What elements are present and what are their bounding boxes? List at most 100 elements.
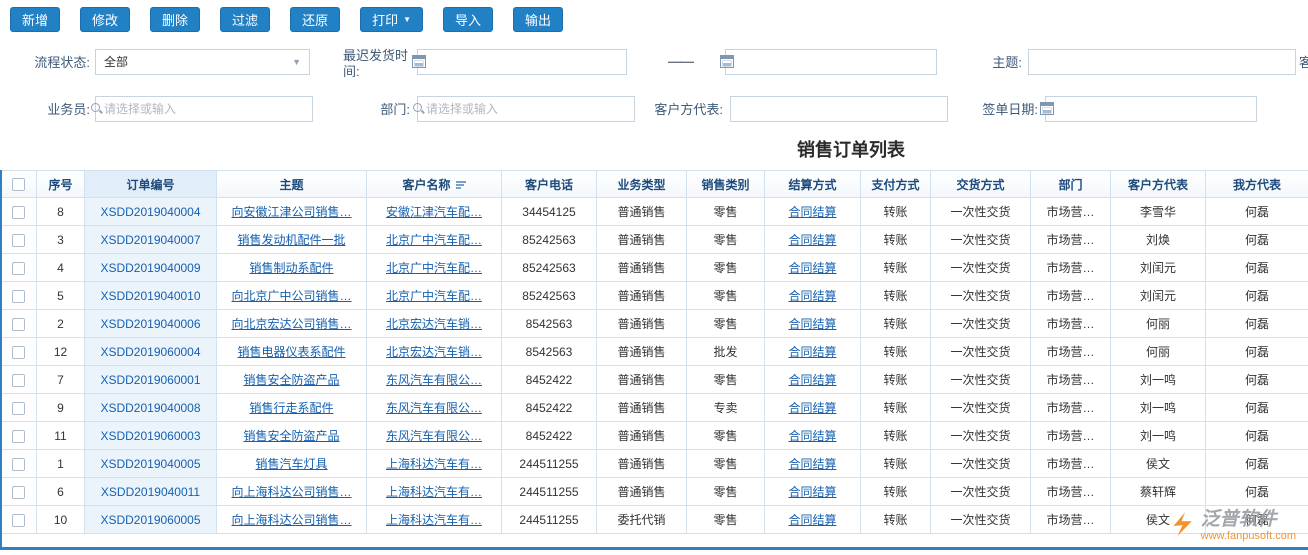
cell-order_no[interactable]: XSDD2019040008: [85, 394, 217, 422]
row-checkbox[interactable]: [12, 234, 25, 247]
cell-order_no[interactable]: XSDD2019040007: [85, 226, 217, 254]
cell-subject[interactable]: 销售安全防盗产品: [217, 422, 367, 450]
column-header[interactable]: 交货方式: [931, 171, 1031, 198]
salesman-input[interactable]: [95, 96, 313, 122]
row-checkbox[interactable]: [12, 514, 25, 527]
column-header[interactable]: 订单编号: [85, 171, 217, 198]
cell-settle[interactable]: 合同结算: [765, 366, 861, 394]
row-checkbox[interactable]: [12, 262, 25, 275]
cell-seq: 3: [37, 226, 85, 254]
cell-pay: 转账: [861, 506, 931, 534]
column-header-label: 序号: [48, 178, 72, 192]
cell-settle[interactable]: 合同结算: [765, 338, 861, 366]
column-header[interactable]: 客户名称: [367, 171, 502, 198]
toolbar-button[interactable]: 新增: [10, 7, 60, 32]
cell-settle[interactable]: 合同结算: [765, 310, 861, 338]
column-header[interactable]: 支付方式: [861, 171, 931, 198]
cell-order_no[interactable]: XSDD2019040010: [85, 282, 217, 310]
toolbar-button[interactable]: 导入: [443, 7, 493, 32]
cell-customer[interactable]: 上海科达汽车有…: [367, 506, 502, 534]
column-header[interactable]: 结算方式: [765, 171, 861, 198]
customer-rep-input[interactable]: [730, 96, 948, 122]
row-checkbox[interactable]: [12, 374, 25, 387]
calendar-icon[interactable]: [1040, 102, 1054, 115]
cell-customer[interactable]: 东风汽车有限公…: [367, 422, 502, 450]
cell-settle[interactable]: 合同结算: [765, 450, 861, 478]
cell-order_no[interactable]: XSDD2019060003: [85, 422, 217, 450]
cell-customer[interactable]: 上海科达汽车有…: [367, 478, 502, 506]
cell-order_no[interactable]: XSDD2019040011: [85, 478, 217, 506]
sort-filter-icon[interactable]: [456, 180, 466, 190]
sign-date-input[interactable]: [1045, 96, 1257, 122]
cell-settle[interactable]: 合同结算: [765, 506, 861, 534]
column-header[interactable]: 序号: [37, 171, 85, 198]
cell-settle[interactable]: 合同结算: [765, 254, 861, 282]
cell-subject[interactable]: 向上海科达公司销售…: [217, 478, 367, 506]
cell-subject[interactable]: 销售汽车灯具: [217, 450, 367, 478]
column-header[interactable]: 销售类别: [687, 171, 765, 198]
cell-settle[interactable]: 合同结算: [765, 282, 861, 310]
cell-settle[interactable]: 合同结算: [765, 422, 861, 450]
cell-subject[interactable]: 销售制动系配件: [217, 254, 367, 282]
toolbar-button[interactable]: 打印▼: [360, 7, 423, 32]
cell-settle[interactable]: 合同结算: [765, 478, 861, 506]
subject-input[interactable]: [1028, 49, 1296, 75]
cell-subject[interactable]: 向北京宏达公司销售…: [217, 310, 367, 338]
row-checkbox[interactable]: [12, 318, 25, 331]
column-header[interactable]: 部门: [1031, 171, 1111, 198]
toolbar-button[interactable]: 还原: [290, 7, 340, 32]
toolbar-button[interactable]: 输出: [513, 7, 563, 32]
column-header[interactable]: 我方代表: [1206, 171, 1308, 198]
search-icon[interactable]: [412, 102, 426, 116]
latest-delivery-to-input[interactable]: [725, 49, 937, 75]
cell-subject[interactable]: 向安徽江津公司销售…: [217, 198, 367, 226]
cell-customer[interactable]: 北京广中汽车配…: [367, 226, 502, 254]
calendar-icon[interactable]: [412, 55, 426, 68]
cell-settle[interactable]: 合同结算: [765, 394, 861, 422]
column-header[interactable]: 主题: [217, 171, 367, 198]
toolbar-button[interactable]: 修改: [80, 7, 130, 32]
cell-customer[interactable]: 北京宏达汽车销…: [367, 338, 502, 366]
cell-customer[interactable]: 北京广中汽车配…: [367, 282, 502, 310]
cell-subject[interactable]: 销售发动机配件一批: [217, 226, 367, 254]
column-header[interactable]: 客户电话: [502, 171, 597, 198]
cell-order_no[interactable]: XSDD2019060004: [85, 338, 217, 366]
row-checkbox[interactable]: [12, 458, 25, 471]
toolbar-button[interactable]: 删除: [150, 7, 200, 32]
row-checkbox[interactable]: [12, 430, 25, 443]
cell-customer[interactable]: 东风汽车有限公…: [367, 394, 502, 422]
cell-subject[interactable]: 向北京广中公司销售…: [217, 282, 367, 310]
cell-order_no[interactable]: XSDD2019040004: [85, 198, 217, 226]
cell-subject[interactable]: 销售电器仪表系配件: [217, 338, 367, 366]
cell-subject[interactable]: 销售安全防盗产品: [217, 366, 367, 394]
cell-customer[interactable]: 北京宏达汽车销…: [367, 310, 502, 338]
cell-order_no[interactable]: XSDD2019040009: [85, 254, 217, 282]
row-checkbox[interactable]: [12, 346, 25, 359]
cell-settle[interactable]: 合同结算: [765, 198, 861, 226]
cell-subject[interactable]: 销售行走系配件: [217, 394, 367, 422]
row-checkbox[interactable]: [12, 402, 25, 415]
cell-customer[interactable]: 安徽江津汽车配…: [367, 198, 502, 226]
row-checkbox[interactable]: [12, 206, 25, 219]
cell-phone: 8452422: [502, 366, 597, 394]
calendar-icon[interactable]: [720, 55, 734, 68]
cell-subject[interactable]: 向上海科达公司销售…: [217, 506, 367, 534]
cell-customer[interactable]: 北京广中汽车配…: [367, 254, 502, 282]
cell-customer[interactable]: 上海科达汽车有…: [367, 450, 502, 478]
cell-order_no[interactable]: XSDD2019060001: [85, 366, 217, 394]
process-status-select[interactable]: 全部 ▼: [95, 49, 310, 75]
select-all-checkbox[interactable]: [12, 178, 25, 191]
department-input[interactable]: [417, 96, 635, 122]
cell-order_no[interactable]: XSDD2019040006: [85, 310, 217, 338]
column-header[interactable]: 业务类型: [597, 171, 687, 198]
column-header[interactable]: 客户方代表: [1111, 171, 1206, 198]
row-checkbox[interactable]: [12, 290, 25, 303]
row-checkbox[interactable]: [12, 486, 25, 499]
cell-customer[interactable]: 东风汽车有限公…: [367, 366, 502, 394]
cell-settle[interactable]: 合同结算: [765, 226, 861, 254]
toolbar-button[interactable]: 过滤: [220, 7, 270, 32]
search-icon[interactable]: [90, 102, 104, 116]
cell-order_no[interactable]: XSDD2019040005: [85, 450, 217, 478]
cell-order_no[interactable]: XSDD2019060005: [85, 506, 217, 534]
latest-delivery-from-input[interactable]: [417, 49, 627, 75]
